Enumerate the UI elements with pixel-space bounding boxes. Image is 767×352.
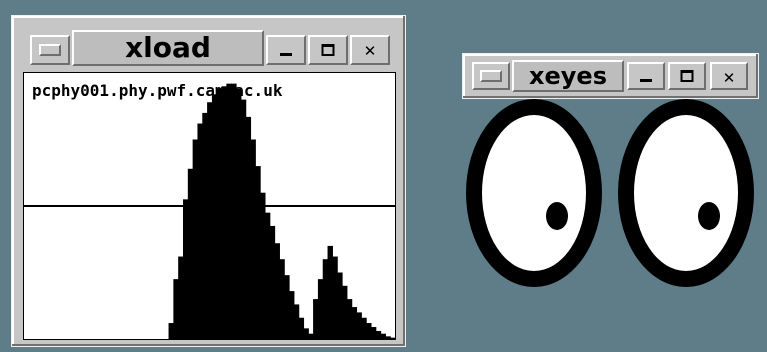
- load-sample-bar: [366, 323, 372, 339]
- load-sample-bar: [322, 259, 329, 339]
- load-sample-bar: [260, 192, 266, 339]
- xeyes-minimize-button[interactable]: [627, 62, 665, 90]
- xload-title: xload: [125, 31, 211, 64]
- xeyes-maximize-button[interactable]: [668, 62, 706, 90]
- load-sample-bar: [264, 212, 271, 339]
- load-sample-bar: [221, 86, 227, 339]
- load-sample-bar: [236, 88, 242, 339]
- load-sample-bar: [289, 291, 295, 339]
- xload-minimize-button[interactable]: [266, 35, 306, 65]
- xeyes-title: xeyes: [529, 62, 607, 90]
- load-sample-bar: [231, 83, 237, 339]
- right-pupil: [698, 202, 720, 230]
- load-sample-bar: [356, 312, 362, 339]
- minimize-icon: [280, 53, 292, 56]
- load-sample-bar: [361, 317, 367, 339]
- load-sample-bar: [211, 94, 218, 339]
- load-sample-bar: [298, 317, 305, 339]
- load-sample-bar: [313, 299, 319, 339]
- minimize-icon: [640, 79, 652, 82]
- load-sample-bar: [245, 116, 252, 339]
- desktop: xload ✕ pcphy001.phy.pwf.cam.ac.uk xeyes: [0, 0, 767, 352]
- load-sample-bar: [303, 328, 309, 339]
- load-sample-bar: [337, 272, 343, 339]
- load-sample-bar: [380, 333, 386, 339]
- load-sample-bar: [375, 331, 382, 339]
- load-sample-bar: [317, 279, 324, 339]
- load-sample-bar: [385, 336, 391, 339]
- left-eye: [466, 99, 602, 287]
- load-sample-bar: [308, 333, 314, 339]
- load-sample-bar: [293, 304, 300, 339]
- load-sample-bar: [327, 245, 333, 339]
- close-icon: ✕: [363, 42, 377, 60]
- xload-graph-area: pcphy001.phy.pwf.cam.ac.uk: [23, 72, 396, 340]
- load-sample-bar: [390, 337, 395, 339]
- load-sample-bar: [351, 307, 358, 339]
- xeyes-title-bar[interactable]: xeyes: [512, 60, 624, 92]
- close-icon: ✕: [722, 69, 736, 87]
- left-eye-sclera: [482, 115, 586, 271]
- load-sample-bar: [342, 285, 348, 339]
- load-graph: [24, 83, 395, 339]
- xeyes-eyes: [466, 99, 754, 287]
- load-sample-bar: [192, 139, 199, 339]
- load-sample-bar: [168, 323, 174, 339]
- xload-window[interactable]: xload ✕ pcphy001.phy.pwf.cam.ac.uk: [11, 15, 406, 347]
- xeyes-close-button[interactable]: ✕: [710, 62, 748, 90]
- load-sample-bar: [187, 168, 194, 339]
- load-sample-bar: [269, 225, 276, 339]
- load-sample-bar: [250, 139, 256, 339]
- maximize-icon: [680, 70, 694, 82]
- load-sample-bar: [197, 123, 203, 339]
- load-sample-bar: [240, 99, 247, 339]
- load-sample-bar: [332, 256, 338, 339]
- load-sample-bar: [216, 88, 223, 339]
- load-sample-bar: [226, 83, 232, 339]
- xeyes-window[interactable]: xeyes ✕: [462, 53, 759, 99]
- load-sample-bar: [370, 327, 377, 339]
- load-sample-bar: [207, 102, 213, 339]
- xload-hostname: pcphy001.phy.pwf.cam.ac.uk: [32, 81, 283, 100]
- right-eye: [618, 99, 754, 287]
- load-sample-bar: [255, 166, 261, 339]
- load-sample-bar: [284, 275, 290, 339]
- xeyes-window-menu-button[interactable]: [472, 62, 510, 90]
- load-sample-bar: [202, 112, 208, 339]
- maximize-icon: [321, 44, 335, 56]
- xload-maximize-button[interactable]: [308, 35, 348, 65]
- load-sample-bar: [346, 299, 353, 339]
- xload-title-bar[interactable]: xload: [72, 30, 264, 66]
- load-sample-bar: [173, 279, 179, 339]
- load-sample-bar: [183, 199, 189, 339]
- window-menu-icon: [480, 70, 502, 82]
- window-menu-icon: [39, 44, 61, 56]
- xload-close-button[interactable]: ✕: [350, 35, 390, 65]
- left-pupil: [546, 202, 568, 230]
- load-sample-bar: [279, 259, 285, 339]
- load-sample-bar: [178, 256, 184, 339]
- load-sample-bar: [274, 243, 280, 339]
- right-eye-sclera: [634, 115, 738, 271]
- xload-window-menu-button[interactable]: [30, 35, 70, 65]
